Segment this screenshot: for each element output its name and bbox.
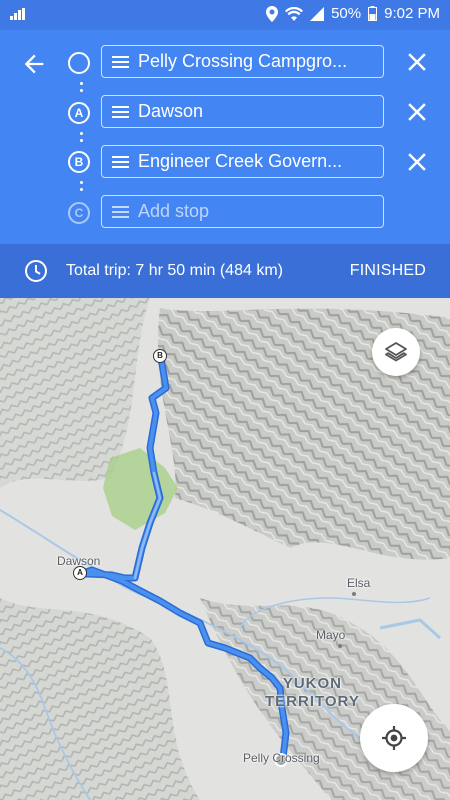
mayo-dot [338, 644, 342, 648]
region-line-2: TERRITORY [265, 693, 360, 710]
drag-handle-icon[interactable] [112, 55, 129, 68]
route-dots [79, 78, 83, 96]
map-pin-b[interactable]: B [153, 349, 167, 363]
clock-time: 9:02 PM [384, 5, 440, 22]
stop-marker-b: B [68, 151, 90, 173]
location-icon [266, 5, 279, 22]
battery-percent: 50% [331, 5, 362, 22]
remove-stop-a-icon[interactable] [402, 97, 432, 127]
stop-field-a[interactable]: Dawson [101, 95, 384, 128]
drag-handle-icon[interactable] [112, 205, 129, 218]
add-stop-placeholder: Add stop [138, 201, 210, 221]
stop-field-b[interactable]: Engineer Creek Govern... [101, 145, 384, 178]
origin-marker [68, 52, 90, 74]
map-view[interactable]: Dawson Elsa Mayo Pelly Crossing YUKON TE… [0, 298, 450, 800]
route-dots [79, 128, 83, 146]
finished-button[interactable]: FINISHED [350, 262, 426, 280]
drag-handle-icon[interactable] [112, 105, 129, 118]
map-pin-a[interactable]: A [73, 566, 87, 580]
trip-summary-bar: Total trip: 7 hr 50 min (484 km) FINISHE… [0, 244, 450, 298]
clock-icon [25, 260, 47, 282]
route-dots [79, 177, 83, 195]
back-arrow-icon[interactable] [20, 50, 48, 78]
label-pelly-crossing: Pelly Crossing [243, 751, 320, 765]
label-region: YUKON TERRITORY [265, 675, 360, 711]
label-elsa: Elsa [347, 576, 371, 590]
stop-text-a: Dawson [138, 101, 204, 121]
status-bar: 50% 9:02 PM [0, 0, 450, 30]
battery-icon [368, 6, 378, 21]
wifi-icon [285, 6, 304, 21]
region-line-1: YUKON [282, 675, 342, 692]
stop-field-origin[interactable]: Pelly Crossing Campgro... [101, 45, 384, 78]
my-location-button[interactable] [360, 704, 428, 772]
directions-header: Pelly Crossing Campgro... A Dawson B Eng… [0, 30, 450, 244]
stop-text-b: Engineer Creek Govern... [138, 151, 343, 171]
stop-text-origin: Pelly Crossing Campgro... [138, 51, 348, 71]
label-mayo: Mayo [316, 628, 346, 642]
stop-marker-a: A [68, 102, 90, 124]
drag-handle-icon[interactable] [112, 155, 129, 168]
layers-button[interactable] [372, 328, 420, 376]
elsa-dot [352, 592, 356, 596]
remove-stop-b-icon[interactable] [402, 147, 432, 177]
stop-marker-c: C [68, 202, 90, 224]
cell-signal-icon [310, 6, 325, 21]
remove-stop-origin-icon[interactable] [402, 47, 432, 77]
crosshair-icon [382, 726, 406, 750]
signal-bars-icon [10, 8, 25, 20]
layers-icon [385, 342, 407, 362]
add-stop-field[interactable]: Add stop [101, 195, 384, 228]
trip-summary-text: Total trip: 7 hr 50 min (484 km) [66, 262, 283, 279]
